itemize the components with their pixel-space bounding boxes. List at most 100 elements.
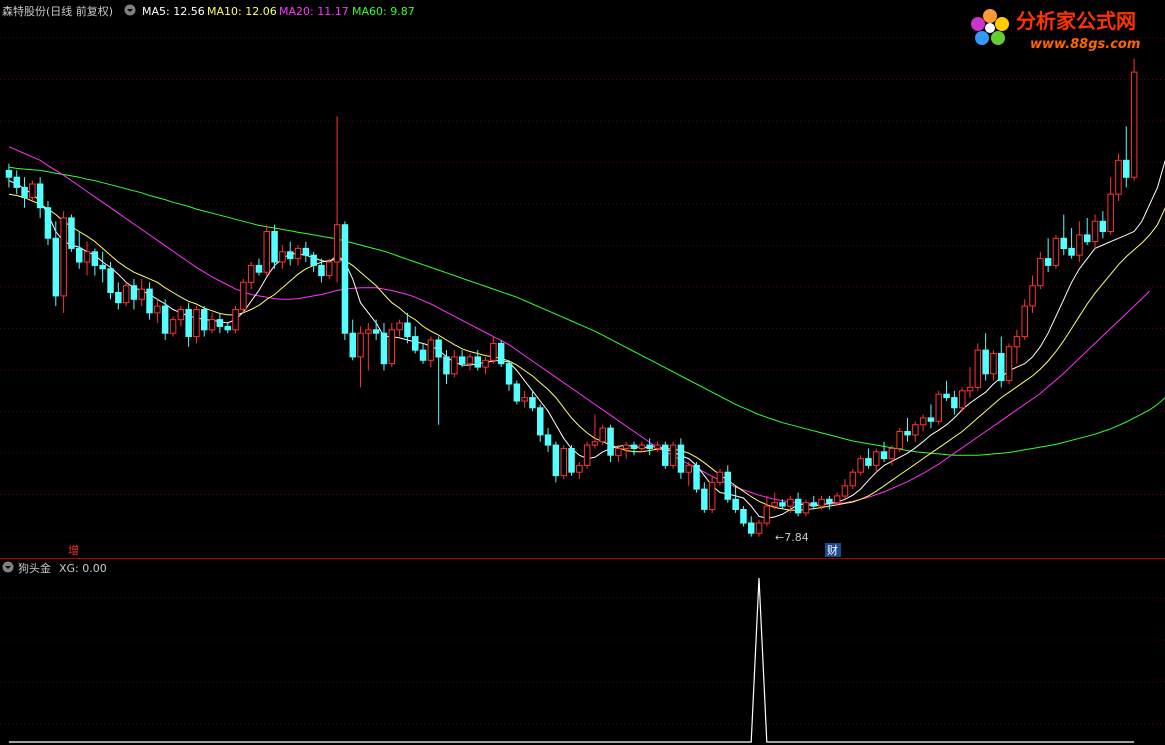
candle-body xyxy=(52,237,60,297)
candle-body xyxy=(521,397,528,402)
candle xyxy=(927,404,935,429)
candle-body xyxy=(138,288,145,300)
candle xyxy=(708,475,716,513)
candle-body xyxy=(310,254,317,266)
candle-body xyxy=(873,451,880,466)
candle-body xyxy=(755,522,763,534)
candle xyxy=(412,326,419,354)
candle xyxy=(662,441,669,469)
candle-body xyxy=(904,431,911,436)
candle-body xyxy=(826,498,833,504)
candle-body xyxy=(443,356,450,375)
candle-body xyxy=(333,224,341,263)
candle xyxy=(419,343,427,364)
candle xyxy=(21,177,28,208)
ma20-line xyxy=(8,146,1151,505)
candle-body xyxy=(662,444,669,466)
candle xyxy=(68,214,75,252)
candle xyxy=(451,350,458,378)
candle-body xyxy=(1084,234,1091,243)
indicator-dropdown-icon[interactable] xyxy=(2,561,14,573)
candle xyxy=(849,468,857,490)
candle xyxy=(1060,214,1067,256)
candle xyxy=(732,485,739,513)
candle xyxy=(99,251,106,283)
candle xyxy=(1099,211,1107,239)
candle xyxy=(982,333,989,381)
candle-body xyxy=(412,336,419,351)
candle xyxy=(497,339,505,368)
candle xyxy=(841,478,849,500)
candle-body xyxy=(497,342,505,365)
candle-body xyxy=(44,207,52,239)
candle xyxy=(904,417,911,442)
candle-body xyxy=(13,176,20,188)
candle-body xyxy=(701,488,708,510)
zeng-marker: 增 xyxy=(68,543,79,557)
candle xyxy=(1029,275,1036,313)
candle xyxy=(263,224,270,276)
candle xyxy=(873,448,880,473)
candle xyxy=(1037,251,1044,290)
candle-body xyxy=(302,247,310,256)
candle-body xyxy=(865,458,872,466)
candle xyxy=(482,356,489,374)
candle-body xyxy=(1005,346,1013,382)
candle-body xyxy=(919,417,927,426)
candle-body xyxy=(1052,237,1060,266)
candle-body xyxy=(216,319,224,327)
candle xyxy=(919,414,927,432)
candle-body xyxy=(990,353,997,375)
candle-body xyxy=(951,397,958,409)
candle xyxy=(372,319,380,340)
candle xyxy=(115,282,122,310)
candle-body xyxy=(927,417,935,422)
candle xyxy=(865,448,872,469)
candle-body xyxy=(1130,71,1138,178)
candle-body xyxy=(732,498,739,510)
stock-chart[interactable]: 森特股份(日线 前复权) MA5: 12.56 MA10: 12.06 MA20… xyxy=(0,0,1165,745)
candle-body xyxy=(1021,305,1028,338)
candle-body xyxy=(1076,234,1083,256)
candle xyxy=(1091,214,1099,249)
candle-body xyxy=(912,424,919,436)
candle xyxy=(638,441,646,452)
candle-body xyxy=(419,349,427,361)
candle xyxy=(568,445,575,476)
candle xyxy=(271,224,278,269)
candle-body xyxy=(247,264,255,283)
candle-body xyxy=(716,471,724,483)
candle xyxy=(755,519,763,537)
candle xyxy=(154,299,161,324)
candle xyxy=(490,336,497,364)
candle-body xyxy=(615,448,622,456)
candle xyxy=(740,506,747,527)
candle xyxy=(169,316,177,337)
candle xyxy=(255,258,263,276)
candle xyxy=(1115,153,1122,201)
candle xyxy=(591,414,599,449)
candle-body xyxy=(708,481,716,510)
candle-body xyxy=(29,183,36,199)
candle-body xyxy=(818,498,825,507)
candle-body xyxy=(318,264,325,277)
candle xyxy=(310,251,317,273)
candle-body xyxy=(1099,220,1107,233)
candle-body xyxy=(513,383,521,402)
candle xyxy=(13,170,20,195)
ma5-label: MA5: 12.56 xyxy=(142,5,205,18)
candle xyxy=(294,245,302,266)
candle xyxy=(513,380,521,405)
candle xyxy=(91,248,99,276)
candle xyxy=(951,390,958,415)
candle-body xyxy=(537,407,544,436)
candle-body xyxy=(849,471,857,487)
candle-body xyxy=(1029,285,1036,307)
candle xyxy=(279,245,286,269)
candle xyxy=(1076,221,1083,262)
candle-body xyxy=(576,464,583,473)
candle-body xyxy=(1091,220,1099,243)
candle xyxy=(146,282,153,320)
dropdown-icon[interactable] xyxy=(124,4,136,16)
candle xyxy=(83,241,91,276)
